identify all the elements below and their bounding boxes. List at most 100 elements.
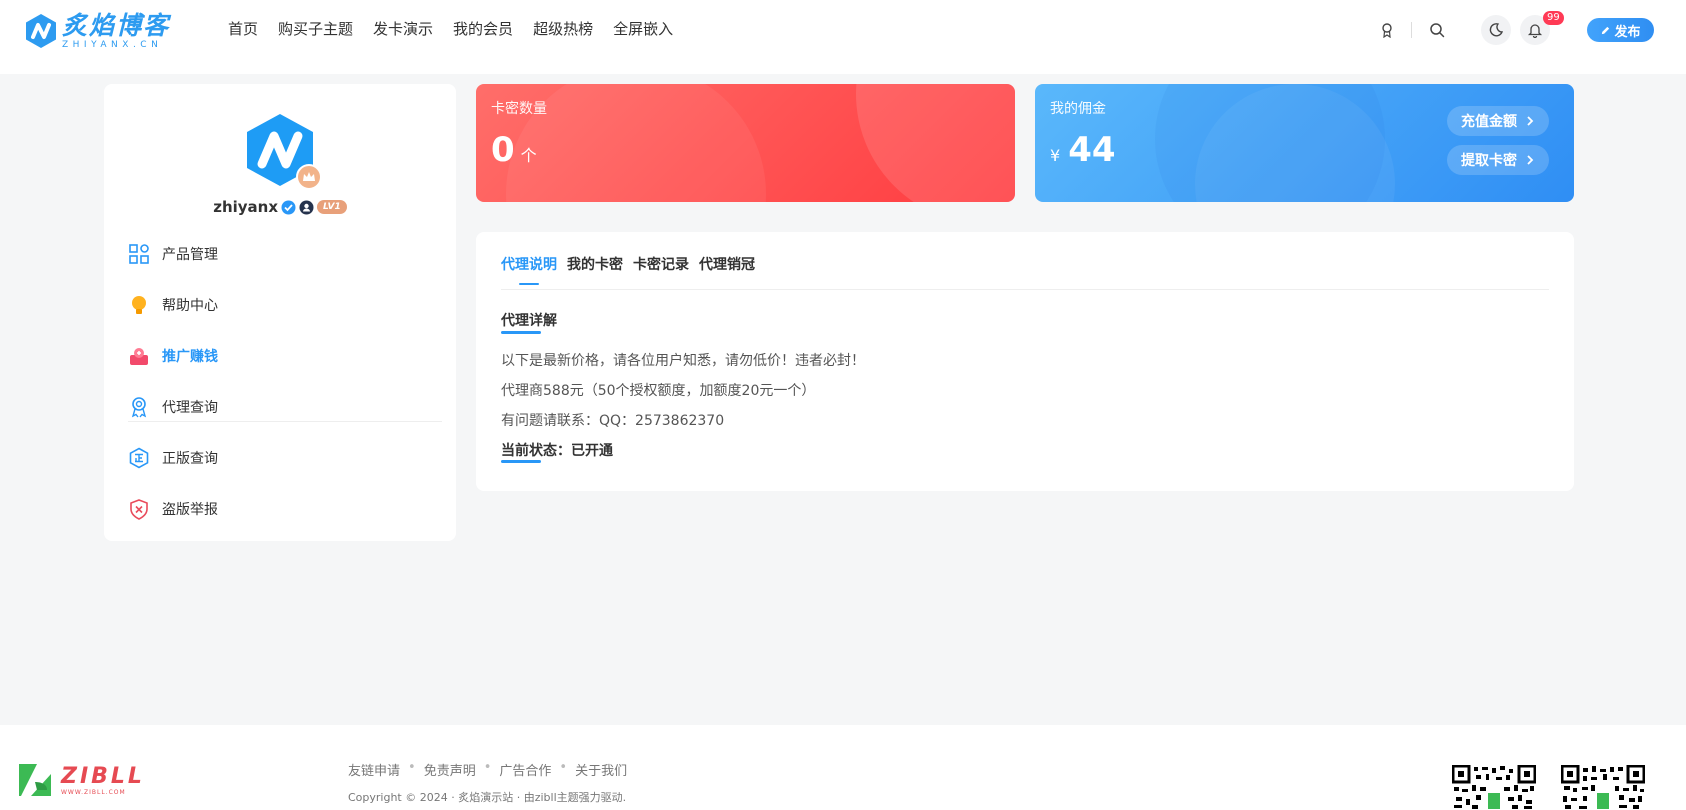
sidebar-item-help-center[interactable]: 帮助中心	[128, 279, 442, 330]
grid-icon	[129, 243, 149, 264]
sidebar-item-label: 盗版举报	[162, 501, 218, 518]
footer-logo-url: WWW.ZIBLL.COM	[61, 788, 126, 796]
sidebar-item-product-management[interactable]: 产品管理	[128, 228, 442, 279]
card-count-card: 卡密数量 0个	[476, 84, 1015, 202]
publish-button[interactable]: 发布	[1587, 18, 1654, 42]
currency-symbol: ¥	[1050, 146, 1061, 165]
header-divider	[1411, 22, 1412, 38]
user-sidebar: zhiyanx LV1 产品管理 帮助中心 推广赚钱 代理查询 正版查询 盗版举…	[104, 84, 456, 541]
pen-icon	[1602, 26, 1610, 34]
sidebar-item-label: 推广赚钱	[162, 348, 218, 365]
footer-links: 友链申请 • 免责声明 • 广告合作 • 关于我们	[348, 760, 635, 779]
logo-title: 炙焰博客	[62, 11, 171, 40]
price-notice: 以下是最新价格，请各位用户知悉，请勿低价！违者必封！	[501, 353, 865, 369]
copyright: Copyright © 2024 · 炙焰演示站 · 由zibll主题强力驱动.	[348, 791, 627, 804]
footer-link-separator: •	[408, 760, 416, 775]
sidebar-item-label: 产品管理	[162, 246, 218, 263]
sidebar-item-promotion[interactable]: 推广赚钱	[128, 330, 442, 381]
footer-link-about[interactable]: 关于我们	[575, 760, 627, 779]
gift-icon	[130, 347, 148, 365]
nav-card-demo[interactable]: 发卡演示	[373, 18, 433, 40]
tab-card-records[interactable]: 卡密记录	[633, 254, 689, 276]
card-count-title: 卡密数量	[491, 101, 547, 117]
section-underline	[501, 331, 541, 334]
commission-title: 我的佣金	[1050, 101, 1106, 117]
top-header: 炙焰博客 ZHIYANX.CN 首页 购买子主题 发卡演示 我的会员 超级热榜 …	[0, 0, 1686, 74]
footer-link-separator: •	[483, 760, 492, 775]
medal-button[interactable]	[1372, 15, 1402, 45]
footer-link-disclaimer[interactable]: 免责声明	[424, 760, 476, 779]
search-icon	[1430, 23, 1445, 38]
bell-icon	[1527, 24, 1543, 38]
qr-code-image	[1561, 765, 1645, 810]
user-info-row: zhiyanx LV1	[104, 198, 456, 216]
site-logo[interactable]: 炙焰博客 ZHIYANX.CN	[24, 12, 170, 50]
bulb-icon	[132, 295, 146, 314]
card-decoration	[1155, 84, 1385, 202]
status-text: 当前状态：已开通	[501, 443, 613, 459]
panel-tabs: 代理说明 我的卡密 卡密记录 代理销冠	[501, 254, 765, 285]
main-nav: 首页 购买子主题 发卡演示 我的会员 超级热榜 全屏嵌入	[228, 18, 693, 40]
shield-x-icon	[130, 498, 148, 520]
award-icon	[131, 396, 147, 417]
sidebar-item-label: 代理查询	[162, 399, 218, 416]
chevron-right-icon	[1527, 155, 1534, 165]
commission-value: 44	[1068, 130, 1116, 170]
recharge-label: 充值金额	[1461, 114, 1517, 130]
dark-mode-button[interactable]	[1481, 15, 1511, 45]
notification-badge: 99	[1543, 11, 1564, 25]
username[interactable]: zhiyanx	[213, 198, 278, 216]
nav-my-membership[interactable]: 我的会员	[453, 18, 513, 40]
qr-code-image	[1452, 765, 1536, 810]
contact-info: 有问题请联系：QQ：2573862370	[501, 413, 725, 429]
nav-hot-list[interactable]: 超级热榜	[533, 18, 593, 40]
publish-label: 发布	[1614, 24, 1641, 40]
commission-value-row: ¥44	[1050, 130, 1116, 176]
tab-my-cards[interactable]: 我的卡密	[567, 254, 623, 276]
site-footer: ZIBLL WWW.ZIBLL.COM 友链申请 • 免责声明 • 广告合作 •…	[0, 725, 1686, 810]
commission-card: 我的佣金 ¥44 充值金额 提取卡密	[1035, 84, 1574, 202]
auth-user-icon	[299, 200, 314, 214]
withdraw-label: 提取卡密	[1461, 153, 1517, 169]
search-button[interactable]	[1422, 15, 1452, 45]
recharge-button[interactable]: 充值金额	[1447, 106, 1549, 136]
card-count-unit: 个	[520, 146, 537, 165]
card-count-value: 0	[491, 130, 515, 170]
section-title: 代理详解	[501, 313, 557, 329]
logo-subtitle: ZHIYANX.CN	[62, 40, 163, 50]
crown-icon	[303, 172, 315, 181]
hexagon-zheng-icon	[129, 447, 149, 468]
sidebar-item-agent-query[interactable]: 代理查询	[128, 381, 442, 432]
tab-divider	[501, 289, 1549, 290]
tab-agent-info[interactable]: 代理说明	[501, 254, 557, 285]
withdraw-card-button[interactable]: 提取卡密	[1447, 145, 1549, 175]
nav-buy-theme[interactable]: 购买子主题	[278, 18, 353, 40]
agent-panel: 代理说明 我的卡密 卡密记录 代理销冠 代理详解 以下是最新价格，请各位用户知悉…	[476, 232, 1574, 491]
sidebar-item-label: 帮助中心	[162, 297, 218, 314]
card-decoration	[856, 84, 1015, 202]
tab-top-agents[interactable]: 代理销冠	[699, 254, 755, 276]
nav-fullscreen-embed[interactable]: 全屏嵌入	[613, 18, 673, 40]
verified-icon	[281, 200, 296, 214]
zibll-logo-icon	[19, 764, 51, 796]
chevron-right-icon	[1527, 116, 1534, 126]
sidebar-menu: 产品管理 帮助中心 推广赚钱 代理查询 正版查询 盗版举报	[128, 228, 442, 534]
moon-icon	[1489, 23, 1504, 37]
nav-home[interactable]: 首页	[228, 18, 258, 40]
sidebar-item-genuine-query[interactable]: 正版查询	[128, 432, 442, 483]
footer-link-ads[interactable]: 广告合作	[499, 760, 551, 779]
status-underline	[501, 460, 541, 463]
sidebar-item-piracy-report[interactable]: 盗版举报	[128, 483, 442, 534]
agent-price: 代理商588元（50个授权额度，加额度20元一个）	[501, 383, 816, 399]
level-badge: LV1	[317, 200, 347, 214]
footer-link-separator: •	[559, 760, 568, 775]
footer-logo-name: ZIBLL	[61, 763, 145, 789]
menu-divider	[128, 421, 442, 422]
card-count-value-row: 0个	[491, 130, 537, 176]
footer-link-friend[interactable]: 友链申请	[348, 760, 400, 779]
avatar-vip-badge	[296, 164, 322, 190]
logo-mark-icon	[26, 14, 56, 48]
medal-icon	[1382, 23, 1392, 38]
footer-logo[interactable]: ZIBLL WWW.ZIBLL.COM	[17, 760, 145, 800]
sidebar-item-label: 正版查询	[162, 450, 218, 467]
